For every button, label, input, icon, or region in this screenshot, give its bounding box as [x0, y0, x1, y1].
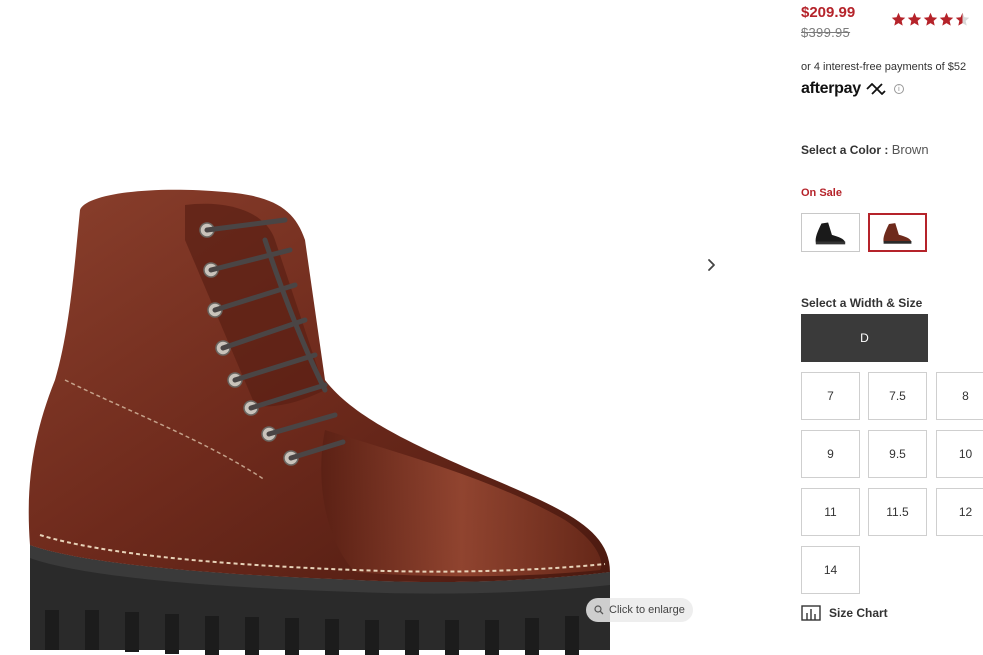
width-option-d[interactable]: D [801, 314, 928, 362]
size-option[interactable]: 14 [801, 546, 860, 594]
afterpay-wordmark: afterpay [801, 80, 861, 97]
afterpay-logo[interactable]: afterpay i [801, 80, 904, 98]
magnifier-icon [594, 605, 604, 615]
next-image-button[interactable] [700, 252, 724, 278]
info-icon[interactable]: i [893, 84, 904, 94]
star-full-icon [891, 12, 906, 26]
star-half-icon [955, 12, 970, 26]
size-option[interactable]: 11 [801, 488, 860, 536]
color-swatch-black[interactable] [801, 213, 860, 252]
star-full-icon [939, 12, 954, 26]
size-chart-icon [801, 605, 821, 621]
color-label-text: Select a Color : [801, 143, 889, 157]
brown-boot-thumbnail [883, 223, 912, 244]
star-full-icon [923, 12, 938, 26]
size-option[interactable]: 9.5 [868, 430, 927, 478]
color-selection-label: Select a Color : Brown [801, 142, 929, 157]
width-size-label: Select a Width & Size [801, 296, 923, 310]
rating-stars[interactable] [891, 12, 970, 27]
color-swatch-brown[interactable] [868, 213, 927, 252]
size-option[interactable]: 7 [801, 372, 860, 420]
chevron-right-icon [708, 259, 715, 271]
size-option[interactable]: 12 [936, 488, 983, 536]
black-boot-thumbnail [815, 222, 846, 245]
size-chart-label: Size Chart [829, 606, 888, 620]
enlarge-label: Click to enlarge [609, 604, 685, 616]
sale-price: $209.99 [801, 4, 856, 21]
product-details-panel: $209.99 $399.95 or 4 interest-free payme… [801, 0, 983, 655]
star-full-icon [907, 12, 922, 26]
size-chart-link[interactable]: Size Chart [801, 605, 888, 621]
selected-color-value: Brown [891, 142, 929, 157]
product-image-gallery: Click to enlarge [0, 0, 740, 655]
size-option[interactable]: 7.5 [868, 372, 927, 420]
size-option[interactable]: 8 [936, 372, 983, 420]
afterpay-arrows-icon [865, 82, 887, 96]
size-option[interactable]: 9 [801, 430, 860, 478]
on-sale-tag: On Sale [801, 187, 842, 199]
afterpay-installments-text: or 4 interest-free payments of $52 [801, 61, 967, 73]
click-to-enlarge-button[interactable]: Click to enlarge [586, 598, 693, 622]
size-option[interactable]: 10 [936, 430, 983, 478]
original-price: $399.95 [801, 25, 851, 40]
product-image[interactable] [25, 180, 625, 655]
boot-image [28, 189, 610, 655]
size-option[interactable]: 11.5 [868, 488, 927, 536]
